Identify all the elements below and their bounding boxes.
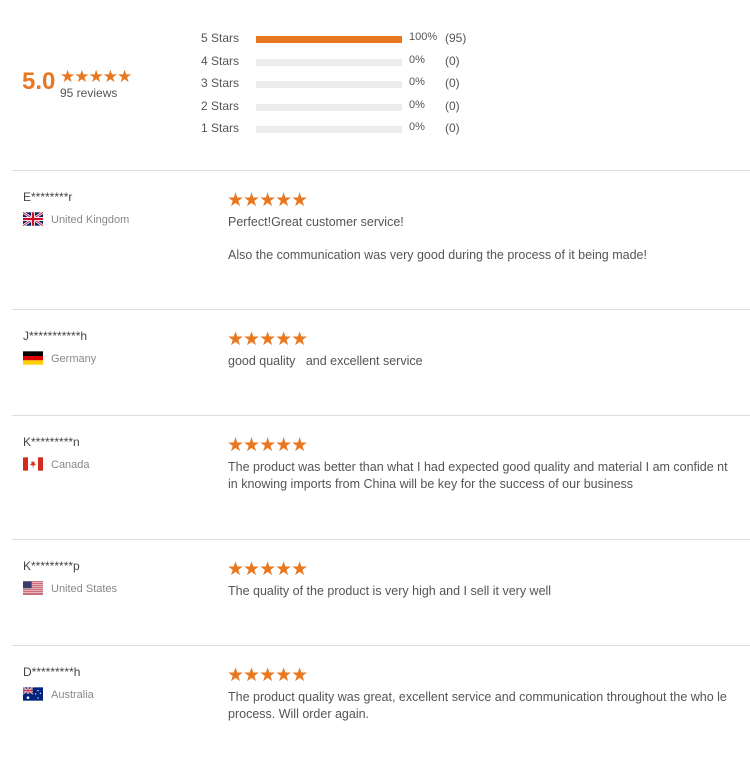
australia-flag-icon: [23, 687, 43, 701]
reviewer-name: D*********h: [23, 665, 81, 679]
rating-percent: 100%: [409, 31, 438, 43]
rating-row-4[interactable]: 4 Stars 0% (0): [201, 54, 501, 72]
rating-count: (0): [445, 99, 460, 113]
germany-flag-icon: [23, 351, 43, 365]
rating-bar: [256, 59, 402, 66]
review-text: The product was better than what I had e…: [228, 460, 728, 491]
rating-row-1[interactable]: 1 Stars 0% (0): [201, 121, 501, 139]
review-text: The quality of the product is very high …: [228, 584, 552, 598]
rating-count: (0): [445, 54, 460, 68]
reviewer-name: E********r: [23, 190, 73, 204]
review-stars-icon: ★★★★★: [227, 329, 308, 350]
uk-flag-icon: [23, 212, 43, 226]
rating-row-3[interactable]: 3 Stars 0% (0): [201, 76, 501, 94]
review-stars-icon: ★★★★★: [227, 665, 308, 686]
reviewer-name: K*********p: [23, 559, 80, 573]
canada-flag-icon: [23, 457, 43, 471]
review-stars-icon: ★★★★★: [227, 559, 308, 580]
rating-row-label: 2 Stars: [201, 99, 240, 113]
divider: [12, 539, 750, 540]
country-name: United States: [51, 583, 118, 595]
country-name: Canada: [51, 459, 90, 471]
rating-bar: [256, 36, 402, 43]
rating-row-label: 5 Stars: [201, 31, 240, 45]
rating-bar: [256, 81, 402, 88]
reviewer-country: United States: [23, 581, 117, 595]
rating-row-label: 4 Stars: [201, 54, 240, 68]
rating-bar: [256, 126, 402, 133]
review-text: The product quality was great, excellent…: [228, 690, 727, 721]
country-name: Germany: [51, 353, 97, 365]
rating-percent: 0%: [409, 76, 425, 88]
rating-bar: [256, 104, 402, 111]
reviewer-country: Canada: [23, 457, 90, 471]
average-stars-icon: ★★★★★: [60, 67, 132, 86]
review-stars-icon: ★★★★★: [227, 190, 308, 211]
reviewer-country: Germany: [23, 351, 96, 365]
reviewer-name: J***********h: [23, 329, 88, 343]
rating-row-label: 1 Stars: [201, 121, 240, 135]
country-name: United Kingdom: [51, 214, 130, 226]
rating-count: (0): [445, 121, 460, 135]
review-text: good quality and excellent service: [228, 354, 423, 368]
reviewer-country: Australia: [23, 687, 94, 701]
rating-row-5[interactable]: 5 Stars 100% (95): [201, 31, 501, 49]
rating-row-label: 3 Stars: [201, 76, 240, 90]
reviewer-country: United Kingdom: [23, 212, 129, 226]
rating-summary: 5.0 ★★★★★ 95 reviews 5 Stars 100% (95) 4…: [0, 0, 750, 170]
rating-bar-fill: [256, 36, 402, 43]
rating-count: (0): [445, 76, 460, 90]
review-text: Perfect!Great customer service!: [228, 215, 404, 229]
rating-percent: 0%: [409, 121, 425, 133]
divider: [12, 170, 750, 171]
rating-percent: 0%: [409, 99, 425, 111]
rating-percent: 0%: [409, 54, 425, 66]
rating-count: (95): [445, 31, 467, 45]
reviewer-name: K*********n: [23, 435, 80, 449]
review-stars-icon: ★★★★★: [227, 435, 308, 456]
review-count: 95 reviews: [60, 86, 118, 100]
average-rating: 5.0: [22, 68, 56, 95]
divider: [12, 645, 750, 646]
divider: [12, 415, 750, 416]
divider: [12, 309, 750, 310]
country-name: Australia: [51, 689, 94, 701]
usa-flag-icon: [23, 581, 43, 595]
rating-row-2[interactable]: 2 Stars 0% (0): [201, 99, 501, 117]
review-text-followup: Also the communication was very good dur…: [228, 248, 647, 262]
